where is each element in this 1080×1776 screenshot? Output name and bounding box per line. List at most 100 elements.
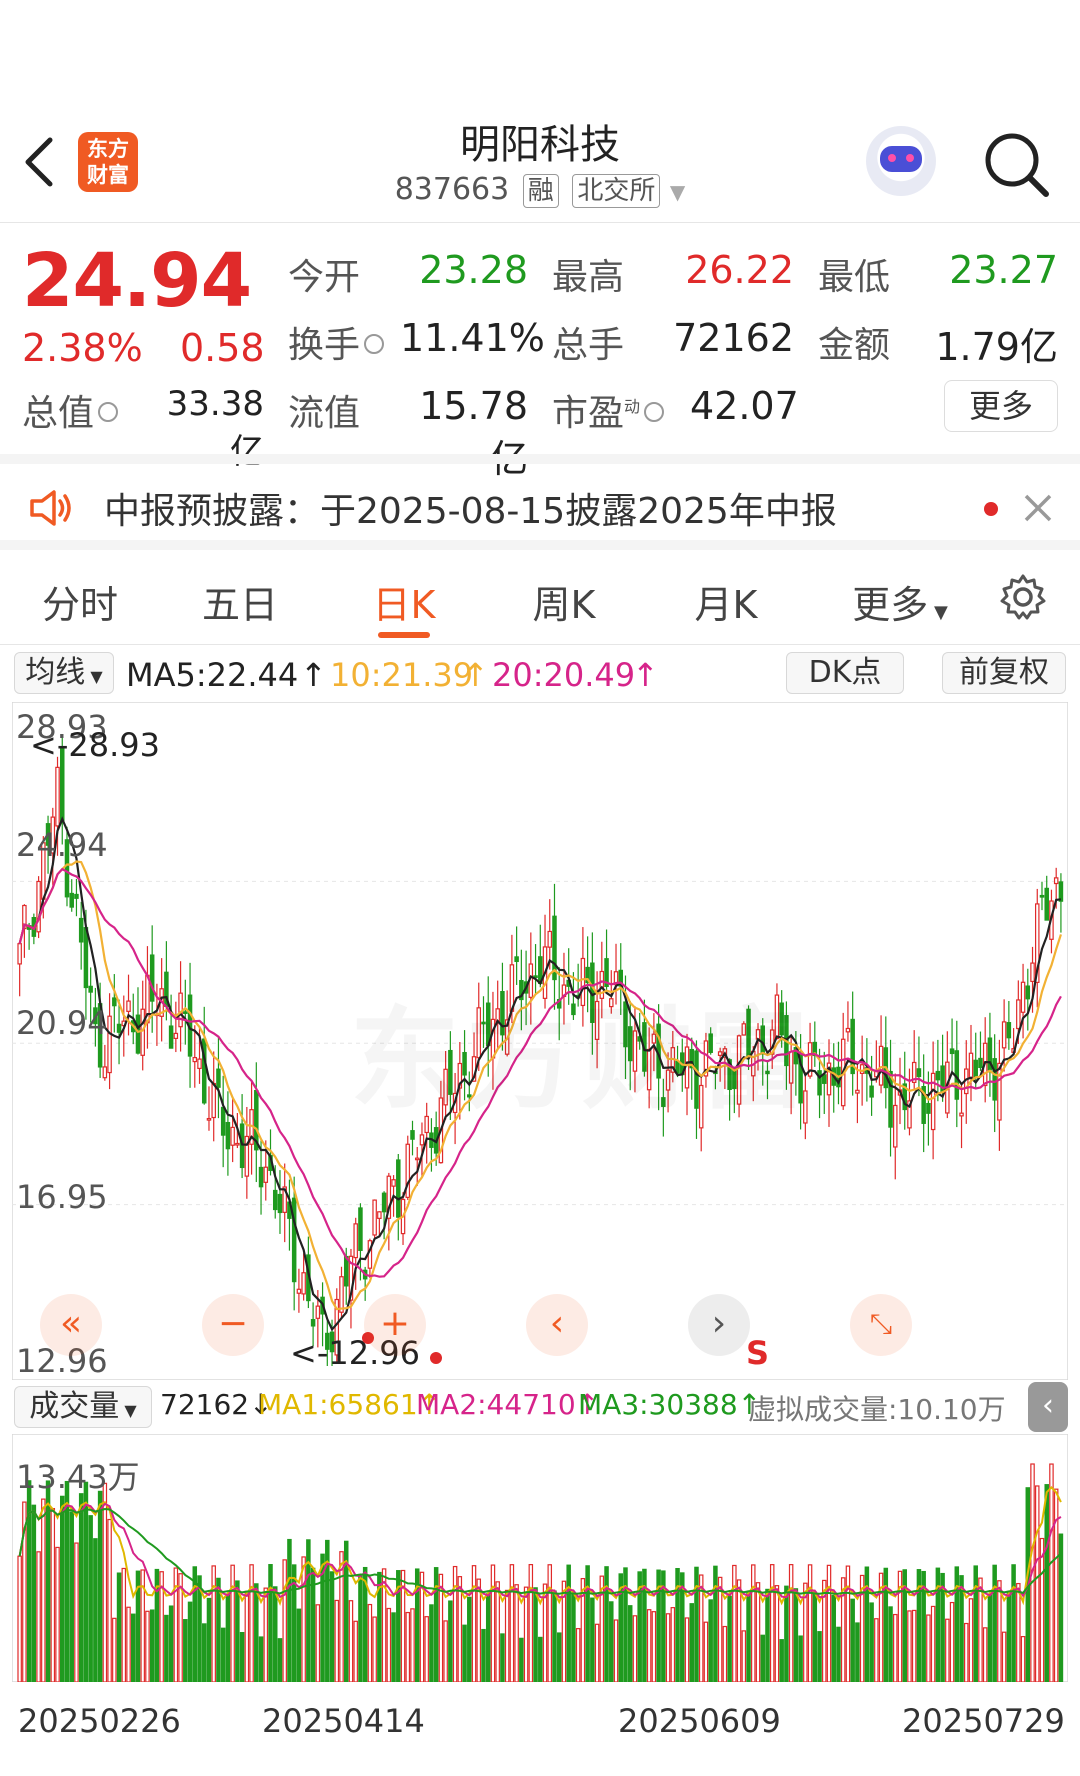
notice-banner[interactable]: 中报预披露：于2025-08-15披露2025年中报 [0, 454, 1080, 550]
close-icon[interactable] [1020, 490, 1056, 526]
float-mv-label: 流值 [288, 393, 361, 434]
search-icon[interactable] [982, 130, 1052, 200]
tab-five-day[interactable]: 五日 [170, 574, 310, 629]
candle-body [183, 1011, 188, 1014]
signal-dot [430, 1352, 442, 1364]
volume-bar [954, 1566, 960, 1682]
back-arrow-icon[interactable] [18, 132, 62, 192]
candle-body [291, 1197, 297, 1283]
candle-body [353, 1223, 358, 1259]
pe-value: 42.07 [690, 384, 799, 428]
tab-monthly-k[interactable]: 月K [656, 574, 796, 629]
candle-body [893, 1104, 898, 1148]
volume-ma2: MA2:44710↑ [416, 1388, 600, 1421]
ma5-arrow: ↑ [300, 656, 327, 694]
gear-icon[interactable] [998, 572, 1048, 622]
ma-select[interactable]: 均线 ▼ [14, 652, 114, 694]
tab-daily-k[interactable]: 日K [334, 574, 474, 629]
robot-assistant-icon[interactable] [866, 126, 936, 196]
candle-body [277, 1193, 283, 1214]
volume-indicator-select[interactable]: 成交量 ▼ [14, 1386, 152, 1428]
adjust-select[interactable]: 前复权 [942, 652, 1066, 694]
sell-signal: S [746, 1334, 770, 1372]
volume-max-label: 13.43万 [16, 1458, 140, 1496]
candle-body [1001, 1021, 1007, 1049]
turnover-label[interactable]: 换手 [288, 316, 385, 368]
total-mv-label[interactable]: 总值 [22, 384, 119, 436]
zoom-in-button[interactable]: + [364, 1294, 426, 1356]
volume-ma1: MA1:65861↑ [258, 1388, 442, 1421]
candle-body [272, 1189, 278, 1211]
tab-more[interactable]: 更多 ▼ [830, 574, 970, 629]
volume-label: 总手 [552, 325, 625, 366]
volume-bar [949, 1601, 955, 1682]
candle-body [855, 1089, 860, 1094]
volume-bar [485, 1593, 491, 1682]
candle-body [192, 1056, 198, 1063]
volume-bar [556, 1632, 562, 1682]
fullscreen-icon[interactable]: ⤡ [850, 1294, 912, 1356]
high-value: 26.22 [685, 248, 794, 292]
volume-bar [864, 1566, 870, 1682]
volume-bar [997, 1580, 1002, 1682]
volume-bar [855, 1622, 860, 1682]
candle-body [235, 1142, 240, 1146]
candle-body [343, 1255, 349, 1287]
volume-bar [367, 1603, 373, 1682]
fast-backward-button[interactable]: « [40, 1294, 102, 1356]
volume-bar [514, 1584, 519, 1682]
change-percent: 2.38% [22, 326, 143, 370]
active-tab-indicator [378, 632, 430, 638]
tab-intraday[interactable]: 分时 [10, 574, 150, 629]
volume-bar [542, 1583, 548, 1682]
candle-body [358, 1207, 363, 1251]
volume-bar [741, 1630, 747, 1682]
volume-bar [31, 1504, 37, 1682]
candle-body [878, 1045, 884, 1086]
volume-bar [788, 1564, 794, 1682]
candle-body [55, 766, 60, 827]
collapse-panel-button[interactable]: ‹ [1028, 1382, 1068, 1432]
date-label-1: 20250226 [18, 1702, 181, 1740]
volume-bar [893, 1613, 898, 1682]
tab-weekly-k[interactable]: 周K [494, 574, 634, 629]
low-label: 最低 [818, 257, 891, 298]
candle-body [88, 985, 93, 993]
candle-body [239, 1123, 245, 1169]
volume-bar [500, 1633, 505, 1682]
volume-bar [978, 1577, 983, 1682]
candle-body [216, 1068, 221, 1088]
volume-bar [807, 1564, 813, 1682]
volume-bar [88, 1515, 93, 1682]
volume-bar [329, 1571, 335, 1682]
candle-body [211, 1082, 216, 1119]
volume-bar [727, 1595, 732, 1682]
volume-bar [845, 1565, 851, 1682]
step-left-button[interactable]: ‹ [526, 1294, 588, 1356]
zoom-out-button[interactable]: − [202, 1294, 264, 1356]
candle-body [112, 997, 117, 1007]
volume-chart[interactable]: 13.43万 [12, 1434, 1068, 1682]
candle-body [978, 1057, 983, 1069]
volume-bar [888, 1606, 893, 1682]
volume-bar [566, 1564, 571, 1682]
candle-body [926, 1102, 931, 1114]
volume-bar [116, 1572, 122, 1682]
volume-bar [774, 1585, 780, 1682]
volume-bar [462, 1624, 467, 1682]
volume-bar [826, 1564, 832, 1682]
volume-bar [358, 1573, 363, 1682]
volume-bar [694, 1566, 699, 1682]
volume-bar [239, 1632, 245, 1682]
candle-body [149, 954, 155, 1002]
volume-bar [755, 1582, 761, 1682]
candle-body [859, 1064, 865, 1074]
more-quote-button[interactable]: 更多 [944, 380, 1058, 432]
stock-code-line[interactable]: 837663 融 北交所 ▼ [340, 172, 740, 208]
volume-bar [651, 1611, 657, 1682]
pe-label[interactable]: 市盈动 [552, 384, 665, 436]
step-right-button[interactable]: › [688, 1294, 750, 1356]
volume-bar [296, 1608, 302, 1682]
candle-body [414, 1157, 420, 1161]
dk-point-select[interactable]: DK点 [786, 652, 904, 694]
